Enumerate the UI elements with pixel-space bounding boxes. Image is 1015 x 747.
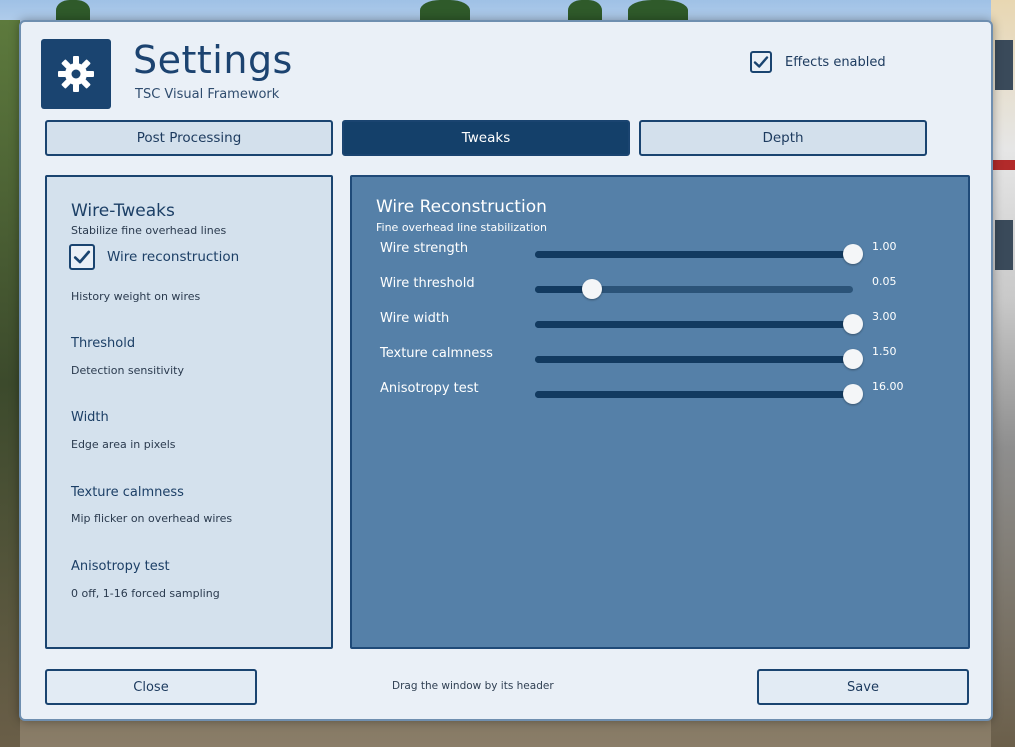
slider-value: 16.00 <box>872 380 904 393</box>
settings-window[interactable]: Settings TSC Visual Framework Effects en… <box>19 20 993 721</box>
slider-value: 3.00 <box>872 310 897 323</box>
slider-value: 1.00 <box>872 240 897 253</box>
panel-title: Wire-Tweaks <box>71 201 175 221</box>
slider-row-anisotropy-test: Anisotropy test 16.00 <box>352 380 968 411</box>
tab-post-processing[interactable]: Post Processing <box>45 120 333 156</box>
anisotropy-heading: Anisotropy test <box>71 559 170 574</box>
background-train <box>991 0 1015 747</box>
slider-label: Texture calmness <box>380 346 493 361</box>
slider-label: Anisotropy test <box>380 381 479 396</box>
background-foliage <box>0 20 20 747</box>
wire-strength-slider[interactable] <box>535 244 863 264</box>
width-heading: Width <box>71 410 109 425</box>
tab-tweaks[interactable]: Tweaks <box>342 120 630 156</box>
texture-calmness-slider[interactable] <box>535 349 863 369</box>
close-button[interactable]: Close <box>45 669 257 705</box>
anisotropy-desc: 0 off, 1-16 forced sampling <box>71 587 220 600</box>
app-logo <box>41 39 111 109</box>
slider-value: 1.50 <box>872 345 897 358</box>
slider-label: Wire strength <box>380 241 469 256</box>
save-button[interactable]: Save <box>757 669 969 705</box>
slider-thumb[interactable] <box>843 314 863 334</box>
slider-row-wire-threshold: Wire threshold 0.05 <box>352 275 968 306</box>
slider-fill <box>535 356 853 363</box>
slider-row-wire-width: Wire width 3.00 <box>352 310 968 341</box>
wire-reconstruction-panel: Wire Reconstruction Fine overhead line s… <box>350 175 970 649</box>
checkmark-icon <box>73 250 91 264</box>
wire-reconstruction-toggle[interactable]: Wire reconstruction <box>69 244 239 270</box>
slider-label: Wire width <box>380 311 450 326</box>
slider-label: Wire threshold <box>380 276 475 291</box>
page-subtitle: TSC Visual Framework <box>135 87 280 102</box>
effects-enabled-toggle[interactable]: Effects enabled <box>750 51 886 73</box>
slider-fill <box>535 321 853 328</box>
slider-value: 0.05 <box>872 275 897 288</box>
page-title: Settings <box>133 38 293 82</box>
effects-enabled-checkbox[interactable] <box>750 51 772 73</box>
drag-hint: Drag the window by its header <box>392 680 554 692</box>
slider-thumb[interactable] <box>843 244 863 264</box>
wire-threshold-slider[interactable] <box>535 279 853 299</box>
wire-width-slider[interactable] <box>535 314 863 334</box>
panel-subtitle: Stabilize fine overhead lines <box>71 224 227 237</box>
gear-icon <box>58 56 94 92</box>
threshold-desc: Detection sensitivity <box>71 364 184 377</box>
slider-thumb[interactable] <box>843 384 863 404</box>
slider-fill <box>535 251 853 258</box>
slider-thumb[interactable] <box>582 279 603 299</box>
anisotropy-test-slider[interactable] <box>535 384 863 404</box>
threshold-heading: Threshold <box>71 336 136 351</box>
history-weight-desc: History weight on wires <box>71 290 201 303</box>
wire-tweaks-panel: Wire-Tweaks Stabilize fine overhead line… <box>45 175 333 649</box>
wire-reconstruction-checkbox[interactable] <box>69 244 95 270</box>
width-desc: Edge area in pixels <box>71 438 176 451</box>
wire-reconstruction-label: Wire reconstruction <box>107 249 240 265</box>
slider-row-texture-calmness: Texture calmness 1.50 <box>352 345 968 376</box>
panel-title: Wire Reconstruction <box>376 197 547 217</box>
slider-fill <box>535 391 853 398</box>
panel-subtitle: Fine overhead line stabilization <box>376 221 547 234</box>
slider-row-wire-strength: Wire strength 1.00 <box>352 240 968 271</box>
texture-calmness-desc: Mip flicker on overhead wires <box>71 512 233 525</box>
checkmark-icon <box>753 56 769 68</box>
texture-calmness-heading: Texture calmness <box>71 485 184 500</box>
slider-thumb[interactable] <box>843 349 863 369</box>
effects-enabled-label: Effects enabled <box>785 54 886 70</box>
tab-depth[interactable]: Depth <box>639 120 927 156</box>
